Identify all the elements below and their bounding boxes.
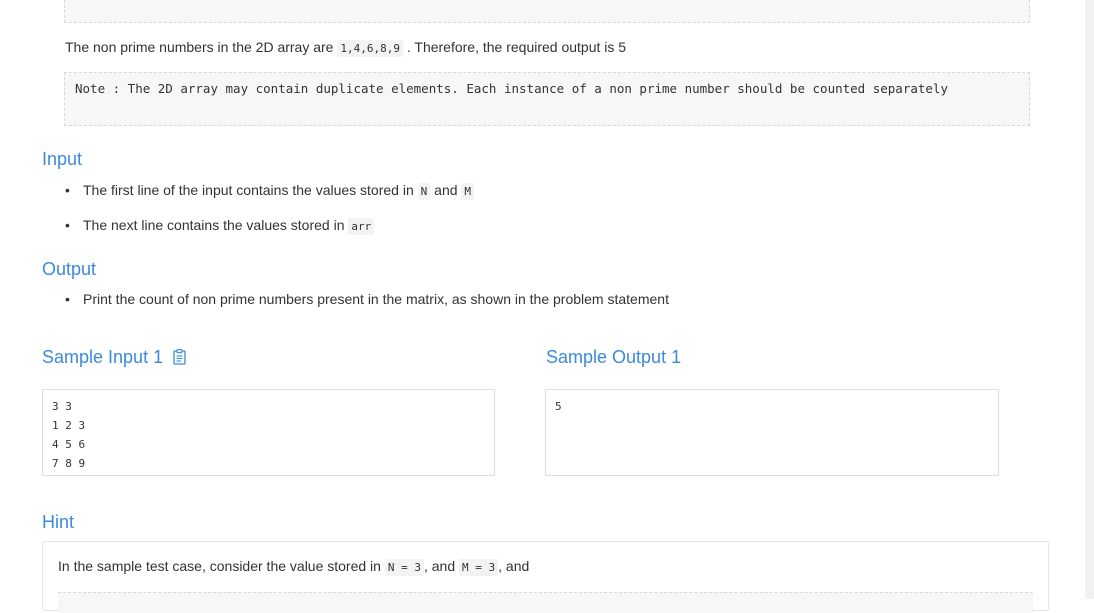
input-bullet-1-mid: and [434,182,458,198]
sample-input-heading: Sample Input 1 [42,346,186,370]
hint-panel: In the sample test case, consider the va… [42,541,1049,613]
sample-input-box: 3 3 1 2 3 4 5 6 7 8 9 [42,389,495,476]
clipboard-icon[interactable] [173,348,186,370]
sample-output-box: 5 [545,389,999,476]
nonprime-prefix-text: The non prime numbers in the 2D array ar… [65,39,334,55]
var-arr-code: arr [348,218,375,235]
input-bullet-2: • The next line contains the values store… [65,215,375,237]
hint-heading: Hint [42,512,75,532]
var-n-code: N [417,183,431,200]
sample-input-title: Sample Input 1 [42,347,164,367]
hint-code-block [58,592,1033,613]
input-heading: Input [42,149,83,169]
output-heading: Output [42,259,97,279]
hint-prefix: In the sample test case, consider the va… [58,558,381,574]
input-bullet-1-text: The first line of the input contains the… [83,182,414,198]
output-bullet-1: • Print the count of non prime numbers pr… [65,289,669,309]
hint-n-code: N = 3 [384,559,424,576]
scrollbar-track[interactable] [1085,0,1094,599]
previous-code-block [64,0,1030,23]
hint-m-code: M = 3 [459,559,499,576]
input-bullet-1: • The first line of the input contains th… [65,180,475,202]
nonprime-suffix-text: . Therefore, the required output is 5 [406,39,627,55]
var-m-code: M [461,183,475,200]
hint-suffix: , and [498,558,530,574]
bullet-icon: • [65,217,70,233]
bullet-icon: • [65,291,70,307]
input-bullet-2-text: The next line contains the values stored… [83,217,345,233]
output-bullet-1-text: Print the count of non prime numbers pre… [83,291,669,307]
note-block: Note : The 2D array may contain duplicat… [64,72,1030,126]
hint-text: In the sample test case, consider the va… [58,556,529,578]
sample-output-heading: Sample Output 1 [546,347,682,367]
bullet-icon: • [65,182,70,198]
hint-mid: , and [423,558,456,574]
nonprime-explanation: The non prime numbers in the 2D array ar… [65,37,626,59]
nonprime-list-code: 1,4,6,8,9 [337,40,403,57]
note-text: Note : The 2D array may contain duplicat… [75,81,948,96]
